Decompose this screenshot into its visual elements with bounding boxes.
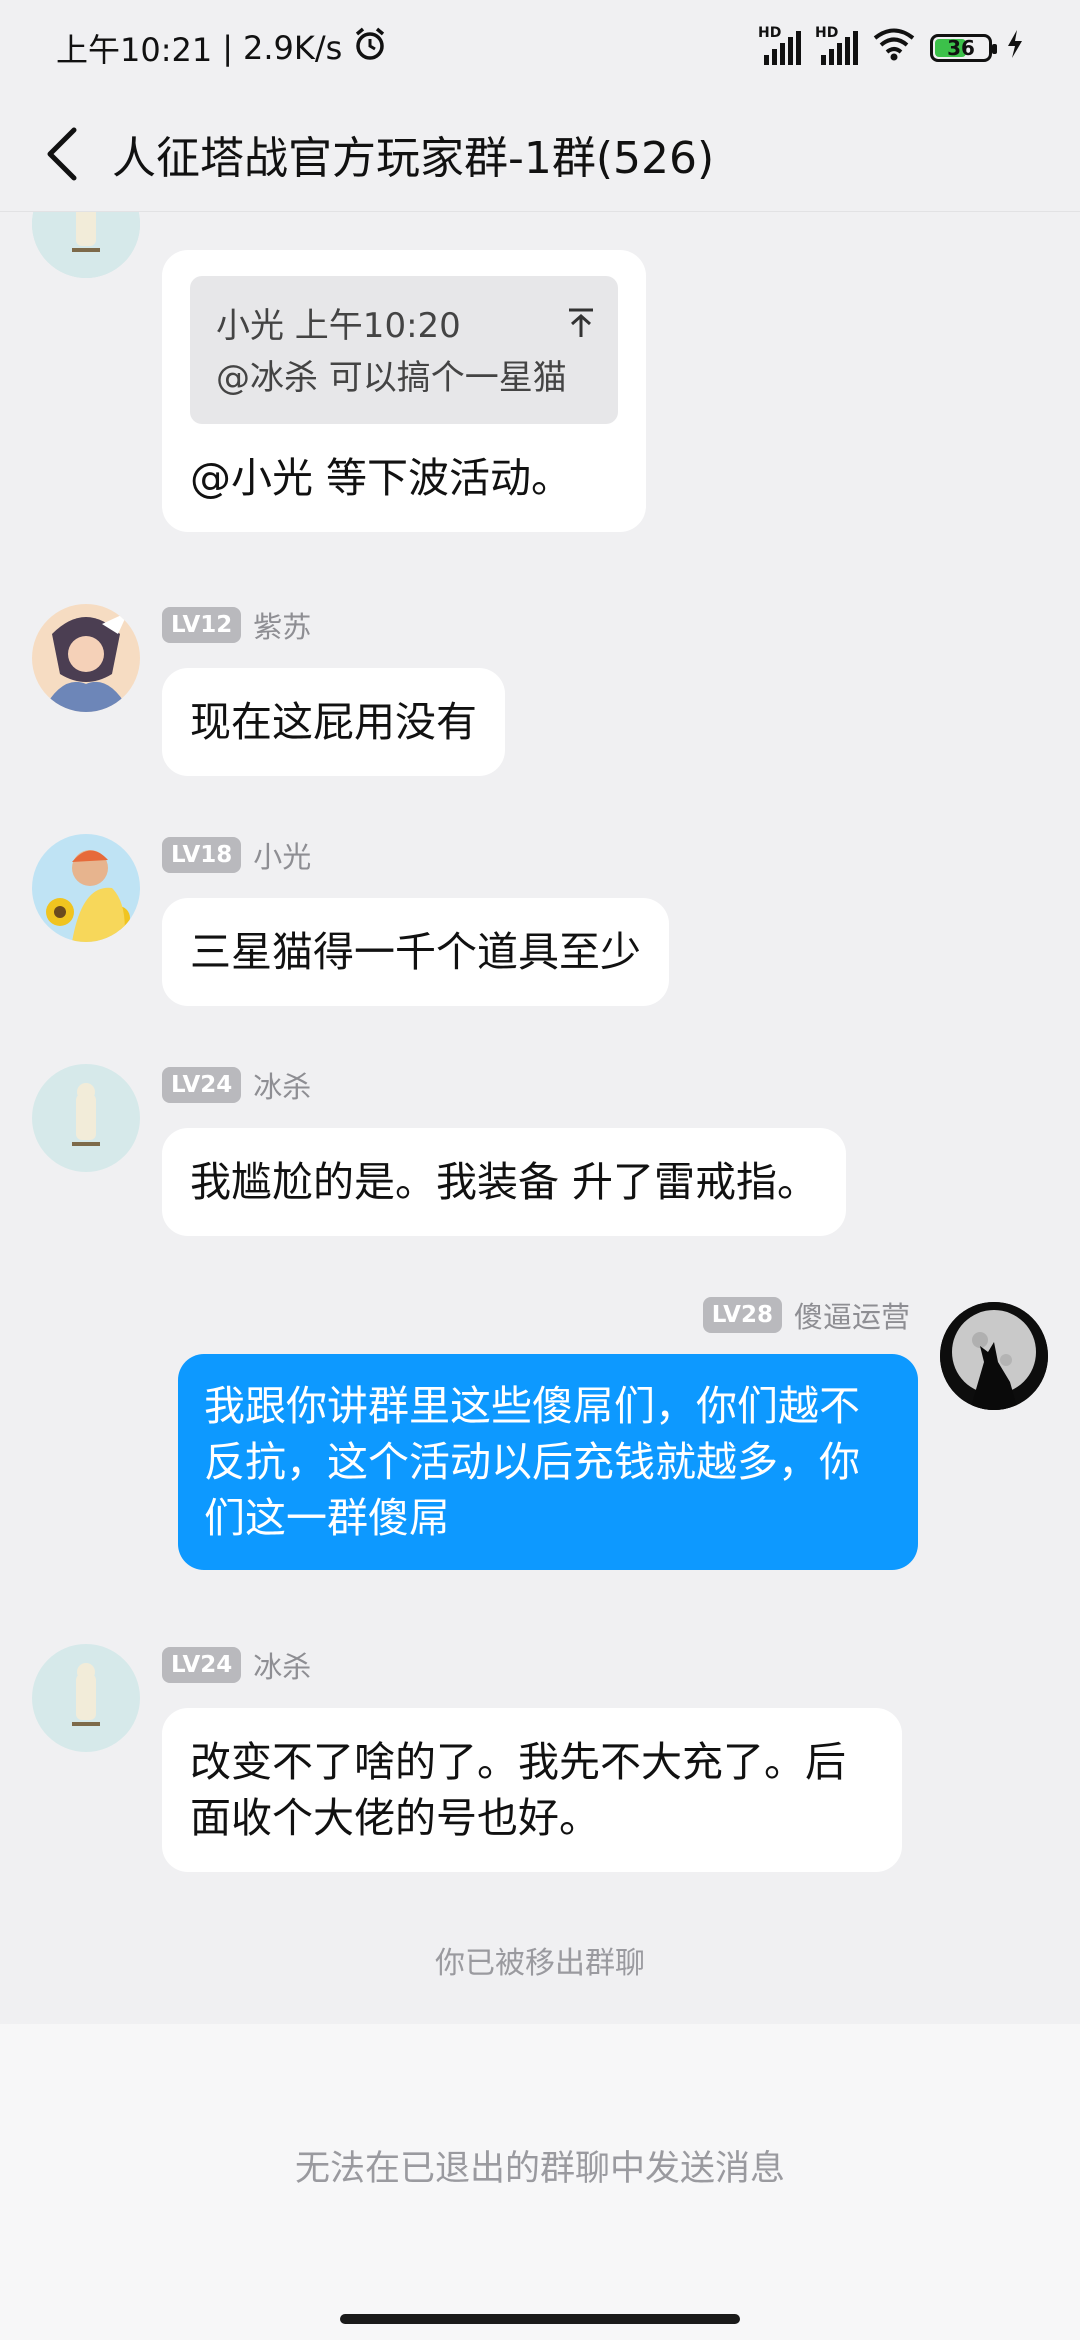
message-text: 我跟你讲群里这些傻屌们，你们越不反抗，这个活动以后充钱就越多，你们这一群傻屌: [204, 1382, 860, 1542]
sender-name[interactable]: 冰杀: [253, 1064, 311, 1106]
quote-text: @冰杀 可以搞个一星猫: [216, 358, 567, 398]
quoted-message[interactable]: 小光 上午10:20 @冰杀 可以搞个一星猫: [190, 276, 618, 424]
avatar[interactable]: [32, 212, 140, 278]
sender-name[interactable]: 小光: [253, 834, 311, 876]
home-indicator[interactable]: [340, 2314, 740, 2324]
battery-level: 36: [947, 36, 975, 60]
message-text: 改变不了啥的了。我先不大充了。后面收个大佬的号也好。: [190, 1738, 846, 1842]
level-badge: LV24: [162, 1067, 242, 1103]
avatar[interactable]: [32, 1644, 140, 1752]
message-bubble[interactable]: 三星猫得一千个道具至少: [162, 898, 669, 1006]
sender-name[interactable]: 冰杀: [253, 1644, 311, 1686]
level-badge: LV24: [162, 1647, 242, 1683]
message-text: @小光 等下波活动。: [190, 454, 573, 502]
sender-meta: LV28 傻逼运营: [702, 1294, 910, 1336]
charging-icon: [1006, 29, 1024, 67]
avatar[interactable]: [940, 1302, 1048, 1410]
level-badge: LV12: [162, 607, 242, 643]
status-bar: 上午10:21 | 2.9K/s HD HD 36: [0, 0, 1080, 96]
message-bubble[interactable]: 现在这屁用没有: [162, 668, 505, 776]
message-bubble[interactable]: 改变不了啥的了。我先不大充了。后面收个大佬的号也好。: [162, 1708, 902, 1872]
sender-meta: LV18 小光: [162, 834, 311, 876]
sender-name[interactable]: 傻逼运营: [794, 1294, 910, 1336]
quote-author-time: 小光 上午10:20: [216, 306, 461, 346]
wifi-icon: [872, 27, 916, 69]
status-left: 上午10:21 | 2.9K/s: [56, 25, 388, 71]
system-notice: 你已被移出群聊: [435, 1946, 645, 1981]
message-list[interactable]: 小光 上午10:20 @冰杀 可以搞个一星猫 @小光 等下波活动。 LV12 紫…: [0, 212, 1080, 2024]
level-badge: LV28: [702, 1297, 782, 1333]
input-area-disabled: 无法在已退出的群聊中发送消息: [0, 2024, 1080, 2340]
battery-icon: 36: [930, 34, 997, 62]
chat-header: 人征塔战官方玩家群-1群(526): [0, 96, 1080, 212]
network-speed: 2.9K/s: [243, 29, 343, 67]
message-bubble[interactable]: 我尴尬的是。我装备 升了雷戒指。: [162, 1128, 847, 1236]
sender-meta: LV24 冰杀: [162, 1064, 311, 1106]
cannot-send-notice: 无法在已退出的群聊中发送消息: [294, 2149, 785, 2189]
signal-icon: HD: [758, 25, 801, 65]
signal-icon-2: HD: [815, 25, 858, 65]
message-text: 现在这屁用没有: [190, 698, 477, 746]
avatar[interactable]: [32, 834, 140, 942]
status-divider: |: [222, 29, 234, 67]
back-arrow-icon[interactable]: [38, 124, 86, 184]
avatar[interactable]: [32, 1064, 140, 1172]
sender-meta: LV24 冰杀: [162, 1644, 311, 1686]
message-text: 我尴尬的是。我装备 升了雷戒指。: [190, 1158, 819, 1206]
sender-name[interactable]: 紫苏: [253, 604, 311, 646]
message-bubble-outgoing[interactable]: 我跟你讲群里这些傻屌们，你们越不反抗，这个活动以后充钱就越多，你们这一群傻屌: [178, 1354, 918, 1570]
jump-to-top-icon[interactable]: [566, 302, 596, 354]
group-title: 人征塔战官方玩家群-1群(526): [112, 132, 715, 184]
status-time: 上午10:21: [56, 31, 213, 69]
sender-meta: LV12 紫苏: [162, 604, 311, 646]
message-text: 三星猫得一千个道具至少: [190, 928, 641, 976]
level-badge: LV18: [162, 837, 242, 873]
message-bubble[interactable]: 小光 上午10:20 @冰杀 可以搞个一星猫 @小光 等下波活动。: [162, 250, 646, 532]
alarm-icon: [352, 26, 388, 70]
status-right: HD HD 36: [758, 25, 1024, 69]
avatar[interactable]: [32, 604, 140, 712]
